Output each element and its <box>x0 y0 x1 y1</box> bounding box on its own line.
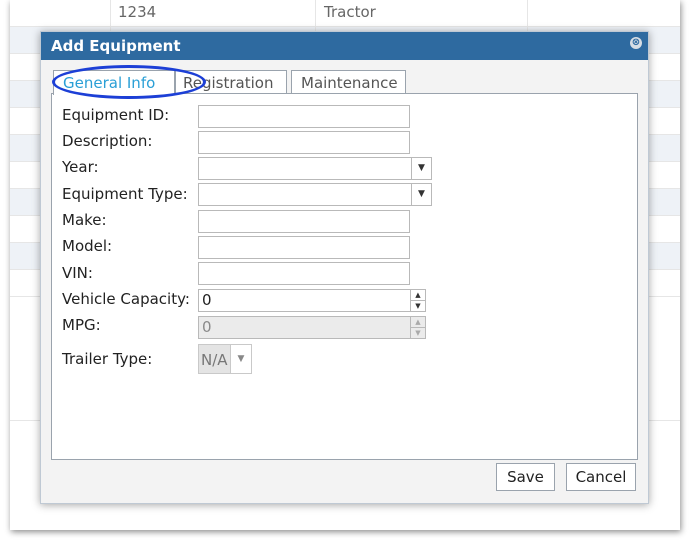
chevron-down-icon[interactable]: ▼ <box>230 345 251 373</box>
year-label: Year: <box>62 158 99 176</box>
description-label: Description: <box>62 132 153 150</box>
save-button[interactable]: Save <box>496 463 555 491</box>
tab-general-info[interactable]: General Info <box>52 65 206 99</box>
vin-input[interactable] <box>198 262 410 285</box>
make-label: Make: <box>62 211 107 229</box>
description-input[interactable] <box>198 131 410 154</box>
make-input[interactable] <box>198 210 410 233</box>
cancel-button[interactable]: Cancel <box>566 463 636 491</box>
close-icon[interactable]: ⊗ <box>630 37 642 49</box>
stepper-buttons: ▲ ▼ <box>410 290 425 311</box>
table-row[interactable]: 1234 Tractor <box>10 0 680 27</box>
stepper-buttons: ▲ ▼ <box>410 317 425 338</box>
grid-cell-id: 1234 <box>118 3 157 21</box>
mpg-label: MPG: <box>62 316 101 334</box>
spin-down-icon: ▼ <box>415 329 421 337</box>
grid-cell-type: Tractor <box>324 3 376 21</box>
chevron-down-icon[interactable]: ▼ <box>411 158 431 179</box>
model-input[interactable] <box>198 236 410 259</box>
equipment-id-label: Equipment ID: <box>62 106 170 124</box>
general-info-panel: Equipment ID: Description: Year: ▼ Equip… <box>51 93 638 460</box>
equipment-type-label: Equipment Type: <box>62 185 188 203</box>
trailer-type-value: N/A <box>201 351 228 369</box>
mpg-value: 0 <box>202 318 212 336</box>
vin-label: VIN: <box>62 264 93 282</box>
trailer-type-select[interactable]: N/A ▼ <box>198 344 252 374</box>
chevron-down-icon[interactable]: ▼ <box>411 184 431 205</box>
tab-maintenance-label: Maintenance <box>301 74 398 92</box>
vehicle-capacity-label: Vehicle Capacity: <box>62 290 190 308</box>
trailer-type-label: Trailer Type: <box>62 350 153 368</box>
tab-registration-label: Registration <box>183 74 274 92</box>
tab-registration[interactable]: Registration <box>175 70 287 94</box>
model-label: Model: <box>62 237 113 255</box>
equipment-type-select[interactable]: ▼ <box>198 183 432 206</box>
equipment-id-input[interactable] <box>198 105 410 128</box>
dialog-titlebar[interactable]: Add Equipment ⊗ <box>41 32 648 60</box>
tab-maintenance[interactable]: Maintenance <box>291 70 406 94</box>
spin-up-icon[interactable]: ▲ <box>411 290 425 301</box>
vehicle-capacity-value: 0 <box>202 291 212 309</box>
mpg-stepper: 0 ▲ ▼ <box>198 316 426 339</box>
add-equipment-dialog: Add Equipment ⊗ General Info Registratio… <box>40 31 649 504</box>
spin-down-icon[interactable]: ▼ <box>411 301 425 311</box>
spin-up-icon: ▲ <box>411 317 425 328</box>
vehicle-capacity-stepper[interactable]: 0 ▲ ▼ <box>198 289 426 312</box>
year-select[interactable]: ▼ <box>198 157 432 180</box>
dialog-title: Add Equipment <box>51 37 181 55</box>
tab-general-info-label: General Info <box>63 74 156 92</box>
